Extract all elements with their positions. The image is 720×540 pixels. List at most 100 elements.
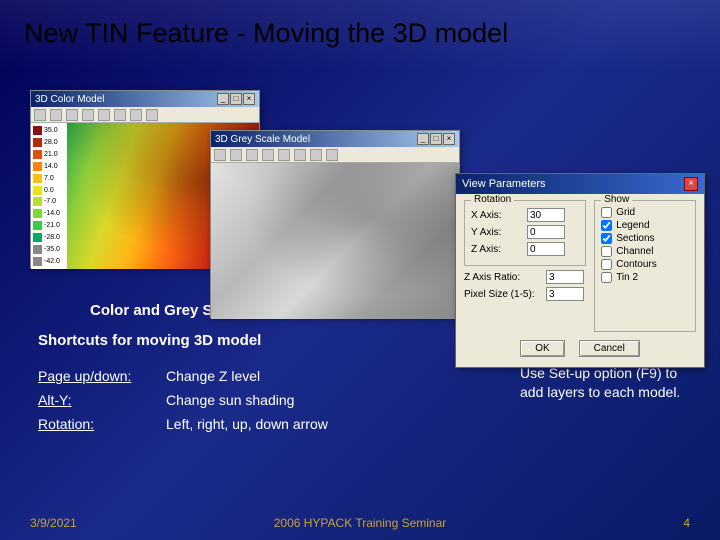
legend-value: 14.0 [44, 163, 58, 170]
shortcuts-heading: Shortcuts for moving 3D model [38, 332, 261, 349]
legend-value: -7.0 [44, 198, 56, 205]
pixelsize-label: Pixel Size (1-5): [464, 289, 542, 300]
legend-swatch [33, 174, 42, 183]
maximize-icon[interactable]: □ [430, 133, 442, 145]
shortcut-value: Left, right, up, down arrow [166, 416, 328, 432]
legend-value: 28.0 [44, 139, 58, 146]
shortcut-row: Page up/down:Change Z level [38, 368, 328, 384]
xaxis-input[interactable] [527, 208, 565, 222]
show-label: Legend [616, 220, 649, 231]
xaxis-label: X Axis: [471, 210, 523, 221]
tool-icon[interactable] [246, 149, 258, 161]
show-label: Tin 2 [616, 272, 638, 283]
legend-swatch [33, 138, 42, 147]
legend-swatch [33, 126, 42, 135]
show-checkbox[interactable] [601, 220, 612, 231]
slide-footer: 3/9/2021 2006 HYPACK Training Seminar 4 [0, 516, 720, 530]
tool-icon[interactable] [310, 149, 322, 161]
tool-icon[interactable] [114, 109, 126, 121]
legend-value: 0.0 [44, 187, 54, 194]
show-checkbox[interactable] [601, 272, 612, 283]
setup-note: Use Set-up option (F9) to add layers to … [520, 364, 690, 402]
legend-swatch [33, 233, 42, 242]
tool-icon[interactable] [326, 149, 338, 161]
toolbar [211, 147, 459, 163]
minimize-icon[interactable]: _ [417, 133, 429, 145]
legend-row: -21.0 [31, 220, 67, 232]
cancel-button[interactable]: Cancel [579, 340, 640, 357]
legend-row: -35.0 [31, 243, 67, 255]
window-title: 3D Color Model [35, 94, 104, 105]
zaxis-label: Z Axis: [471, 244, 523, 255]
legend-row: -14.0 [31, 208, 67, 220]
legend-swatch [33, 186, 42, 195]
tool-icon[interactable] [146, 109, 158, 121]
show-option: Sections [601, 233, 689, 244]
show-checkbox[interactable] [601, 259, 612, 270]
legend-row: 28.0 [31, 137, 67, 149]
color-legend: 35.028.021.014.07.00.0-7.0-14.0-21.0-28.… [31, 123, 67, 269]
group-label: Rotation [471, 194, 514, 205]
close-icon[interactable]: × [684, 177, 698, 191]
show-checkbox[interactable] [601, 246, 612, 257]
legend-swatch [33, 257, 42, 266]
show-label: Contours [616, 259, 657, 270]
footer-date: 3/9/2021 [30, 516, 77, 530]
footer-center: 2006 HYPACK Training Seminar [274, 516, 447, 530]
legend-row: 35.0 [31, 125, 67, 137]
tool-icon[interactable] [66, 109, 78, 121]
footer-page: 4 [683, 516, 690, 530]
model-screenshots: 3D Color Model _ □ × 35.028.021.014.07.0… [30, 90, 430, 320]
minimize-icon[interactable]: _ [217, 93, 229, 105]
pixelsize-input[interactable] [546, 287, 584, 301]
tool-icon[interactable] [214, 149, 226, 161]
show-checkbox[interactable] [601, 207, 612, 218]
tool-icon[interactable] [34, 109, 46, 121]
show-checkbox[interactable] [601, 233, 612, 244]
show-option: Contours [601, 259, 689, 270]
tool-icon[interactable] [262, 149, 274, 161]
legend-value: -42.0 [44, 258, 60, 265]
tool-icon[interactable] [98, 109, 110, 121]
tool-icon[interactable] [82, 109, 94, 121]
legend-swatch [33, 197, 42, 206]
show-option: Grid [601, 207, 689, 218]
close-icon[interactable]: × [243, 93, 255, 105]
rotation-group: Rotation X Axis: Y Axis: Z Axis: [464, 200, 586, 266]
ok-button[interactable]: OK [520, 340, 564, 357]
grey-terrain-view [211, 163, 459, 319]
tool-icon[interactable] [130, 109, 142, 121]
legend-row: 0.0 [31, 184, 67, 196]
shortcut-value: Change Z level [166, 368, 260, 384]
show-option: Channel [601, 246, 689, 257]
toolbar [31, 107, 259, 123]
window-controls: _ □ × [217, 93, 255, 105]
window-controls: _ □ × [417, 133, 455, 145]
legend-row: 7.0 [31, 172, 67, 184]
legend-row: -28.0 [31, 231, 67, 243]
legend-value: -14.0 [44, 210, 60, 217]
yaxis-input[interactable] [527, 225, 565, 239]
tool-icon[interactable] [278, 149, 290, 161]
tool-icon[interactable] [294, 149, 306, 161]
legend-row: -42.0 [31, 255, 67, 267]
tool-icon[interactable] [230, 149, 242, 161]
maximize-icon[interactable]: □ [230, 93, 242, 105]
show-group: Show GridLegendSectionsChannelContoursTi… [594, 200, 696, 332]
legend-value: -21.0 [44, 222, 60, 229]
show-label: Sections [616, 233, 654, 244]
zratio-input[interactable] [546, 270, 584, 284]
view-parameters-dialog: View Parameters × Rotation X Axis: Y Axi… [455, 173, 705, 368]
legend-swatch [33, 150, 42, 159]
shortcuts-list: Page up/down:Change Z levelAlt-Y:Change … [38, 360, 328, 440]
close-icon[interactable]: × [443, 133, 455, 145]
window-title: 3D Grey Scale Model [215, 134, 310, 145]
zaxis-input[interactable] [527, 242, 565, 256]
show-option: Tin 2 [601, 272, 689, 283]
group-label: Show [601, 194, 632, 205]
zratio-label: Z Axis Ratio: [464, 272, 542, 283]
shortcut-value: Change sun shading [166, 392, 294, 408]
legend-row: -7.0 [31, 196, 67, 208]
show-label: Channel [616, 246, 653, 257]
tool-icon[interactable] [50, 109, 62, 121]
